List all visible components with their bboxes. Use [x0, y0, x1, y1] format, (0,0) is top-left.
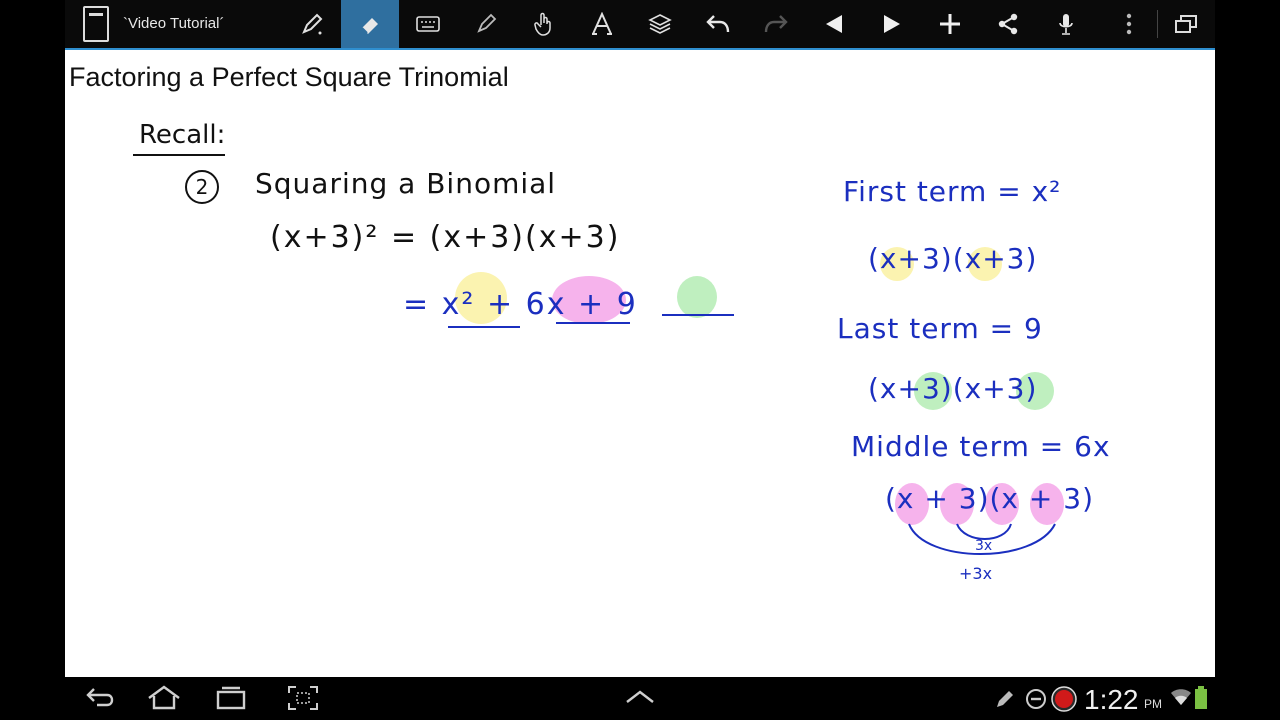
share-icon[interactable]: [979, 0, 1037, 48]
factors-middle: (x + 3)(x + 3): [885, 482, 1094, 515]
home-icon[interactable]: [147, 685, 181, 715]
circled-number: 2: [185, 170, 219, 204]
app-title[interactable]: `Video Tutorial´: [123, 15, 224, 32]
battery-icon: [1195, 686, 1207, 714]
clock-time: 1:22: [1084, 684, 1139, 715]
recent-apps-icon[interactable]: [215, 685, 247, 715]
hand-icon[interactable]: [515, 0, 573, 48]
equation-2: = x² + 6x + 9: [403, 287, 638, 322]
eraser-icon[interactable]: [341, 0, 399, 48]
system-navbar: [65, 677, 1215, 720]
highlighter-icon[interactable]: [457, 0, 515, 48]
recall-label: Recall:: [139, 120, 226, 150]
menu-up-icon[interactable]: [625, 689, 655, 709]
page-title: Factoring a Perfect Square Trinomial: [69, 62, 509, 92]
underline-1: [448, 326, 520, 328]
last-term-note: Last term = 9: [837, 312, 1043, 345]
section-heading: Squaring a Binomial: [255, 167, 557, 200]
text-icon[interactable]: [573, 0, 631, 48]
screenshot-icon[interactable]: [287, 685, 319, 715]
underline-2: [556, 322, 630, 324]
more-icon[interactable]: [1100, 0, 1158, 48]
outer-product-label: +3x: [959, 564, 993, 583]
highlight-green: [677, 276, 717, 318]
clock-ampm: PM: [1144, 697, 1162, 711]
pen-icon[interactable]: [283, 0, 341, 48]
layers-icon[interactable]: [631, 0, 689, 48]
document-icon[interactable]: [83, 6, 109, 42]
record-icon: [1050, 685, 1078, 717]
next-page-icon[interactable]: [863, 0, 921, 48]
first-term-note: First term = x²: [843, 175, 1062, 208]
pen-status-icon: [995, 689, 1015, 713]
underline-3: [662, 314, 734, 316]
factors-first: (x+3)(x+3): [868, 242, 1038, 275]
recall-underline: [133, 154, 225, 156]
equation-1: (x+3)² = (x+3)(x+3): [270, 220, 621, 255]
back-icon[interactable]: [85, 685, 115, 715]
toolbar: `Video Tutorial´: [65, 0, 1215, 50]
inner-product-label: 3x: [975, 538, 993, 554]
undo-icon[interactable]: [689, 0, 747, 48]
factors-last: (x+3)(x+3): [868, 372, 1038, 405]
wifi-icon: [1170, 687, 1192, 711]
keyboard-icon[interactable]: [399, 0, 457, 48]
microphone-icon[interactable]: [1037, 0, 1095, 48]
whiteboard-canvas[interactable]: Factoring a Perfect Square Trinomial Rec…: [65, 50, 1215, 677]
do-not-disturb-icon: [1025, 688, 1047, 714]
middle-term-note: Middle term = 6x: [851, 430, 1111, 463]
add-page-icon[interactable]: [921, 0, 979, 48]
redo-icon[interactable]: [747, 0, 805, 48]
previous-page-icon[interactable]: [805, 0, 863, 48]
window-icon[interactable]: [1157, 0, 1215, 48]
